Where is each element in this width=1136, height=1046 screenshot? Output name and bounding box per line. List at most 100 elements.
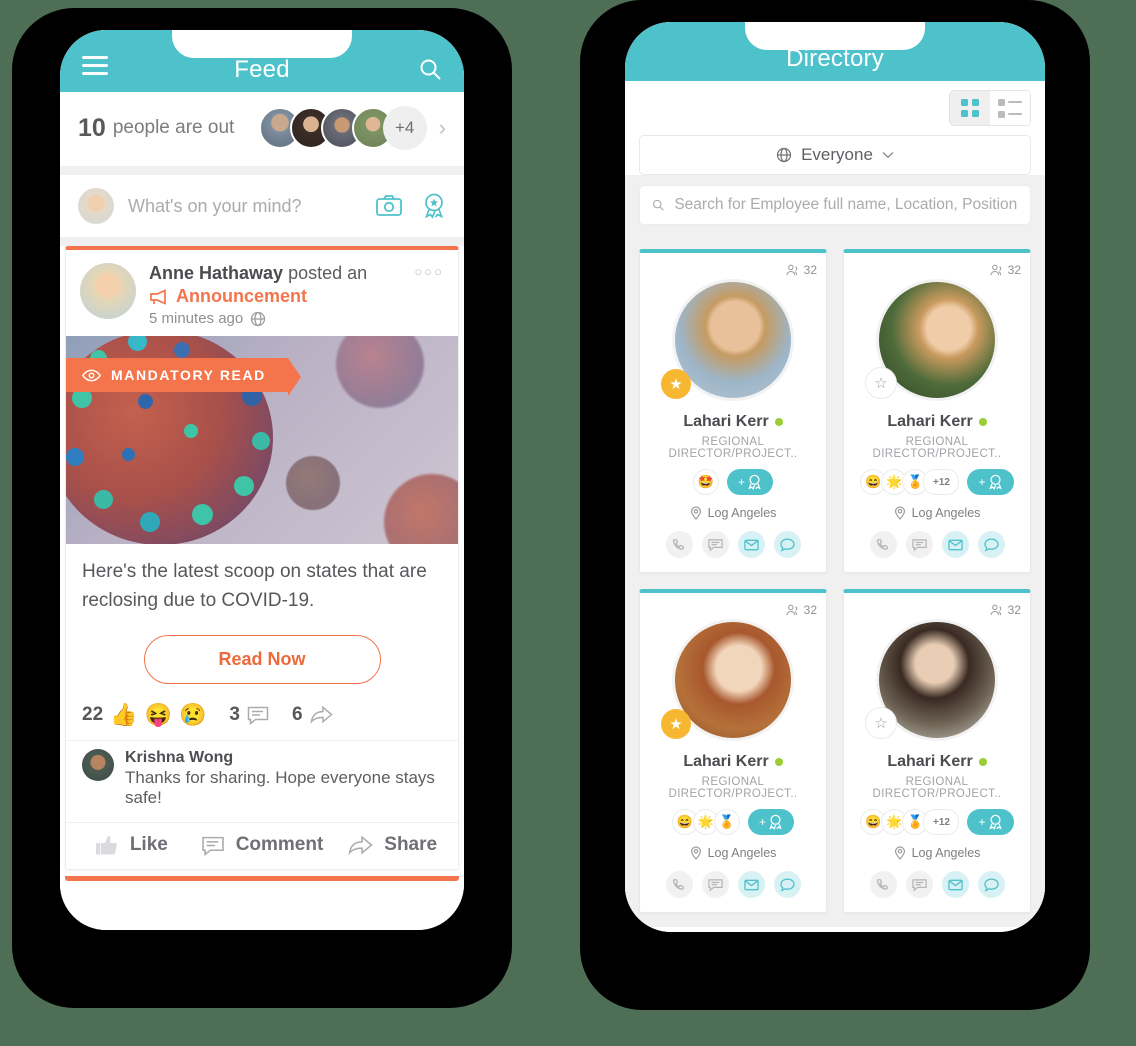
favorite-star-icon[interactable]: ☆ bbox=[865, 707, 897, 739]
globe-icon bbox=[251, 311, 266, 326]
contact-actions bbox=[648, 871, 818, 898]
envelope-icon[interactable] bbox=[941, 871, 969, 898]
chat-bubble-icon[interactable] bbox=[701, 871, 729, 898]
compose-bar[interactable]: What's on your mind? bbox=[60, 175, 464, 237]
post-type-label: Announcement bbox=[176, 286, 308, 306]
comment-icon[interactable] bbox=[247, 705, 269, 725]
audience-filter[interactable]: Everyone bbox=[639, 135, 1031, 175]
add-badge-label: + bbox=[978, 475, 986, 489]
badge-icon[interactable]: 🤩 bbox=[692, 469, 719, 495]
connections-badge: 32 bbox=[786, 263, 817, 277]
badge-overflow-count[interactable]: +12 bbox=[923, 469, 960, 495]
reaction-laugh-icon[interactable]: 😝 bbox=[145, 704, 172, 726]
list-view-icon[interactable] bbox=[990, 91, 1030, 125]
phone-icon[interactable] bbox=[869, 531, 897, 558]
employee-card[interactable]: 32 ☆ Lahari Kerr REGIONAL DIRECTOR/PROJE… bbox=[843, 249, 1031, 573]
message-icon[interactable] bbox=[773, 871, 801, 898]
virus-shape bbox=[336, 336, 424, 408]
share-icon[interactable] bbox=[309, 705, 333, 725]
post-card: Anne Hathaway posted an Announcement 5 m… bbox=[65, 246, 459, 870]
reaction-sad-icon[interactable]: 😢 bbox=[179, 704, 206, 726]
chevron-right-icon[interactable]: › bbox=[439, 115, 446, 141]
location-label: Log Angeles bbox=[707, 506, 777, 520]
employee-card[interactable]: 32 ☆ Lahari Kerr REGIONAL DIRECTOR/PROJE… bbox=[843, 589, 1031, 913]
people-out-banner[interactable]: 10 people are out +4 › bbox=[60, 92, 464, 166]
search-icon[interactable] bbox=[418, 57, 442, 81]
camera-icon[interactable] bbox=[376, 195, 402, 217]
like-button[interactable]: Like bbox=[66, 834, 197, 856]
grid-view-icon[interactable] bbox=[950, 91, 990, 125]
share-button[interactable]: Share bbox=[327, 834, 458, 856]
avatar[interactable] bbox=[82, 749, 114, 781]
add-badge-label: + bbox=[978, 815, 986, 829]
employee-badges: 😄 🌟 🏅 + bbox=[648, 809, 818, 835]
reaction-count[interactable]: 22 bbox=[82, 704, 103, 726]
search-input[interactable]: Search for Employee full name, Location,… bbox=[639, 185, 1031, 225]
post-meta: Anne Hathaway posted an Announcement 5 m… bbox=[149, 263, 367, 327]
connections-badge: 32 bbox=[990, 263, 1021, 277]
comment-button[interactable]: Comment bbox=[197, 834, 328, 856]
virus-shape bbox=[384, 474, 458, 544]
post-image[interactable]: MANDATORY READ bbox=[66, 336, 458, 544]
section-divider bbox=[60, 166, 464, 175]
pin-icon bbox=[894, 506, 905, 520]
reaction-thumbs-up-icon[interactable]: 👍 bbox=[110, 704, 137, 726]
employee-role: REGIONAL DIRECTOR/PROJECT.. bbox=[668, 776, 798, 800]
badge-overflow-count[interactable]: +12 bbox=[923, 809, 960, 835]
add-badge-icon[interactable]: + bbox=[967, 809, 1014, 835]
compose-placeholder[interactable]: What's on your mind? bbox=[128, 196, 302, 217]
like-label: Like bbox=[129, 834, 168, 855]
favorite-star-icon[interactable]: ★ bbox=[661, 709, 691, 739]
award-badge-icon[interactable] bbox=[422, 193, 446, 219]
comment-author[interactable]: Krishna Wong bbox=[125, 749, 442, 767]
megaphone-icon bbox=[150, 288, 166, 305]
post-more-icon[interactable]: ○○○ bbox=[414, 264, 444, 279]
location-label: Log Angeles bbox=[911, 506, 981, 520]
avatar[interactable] bbox=[80, 263, 136, 319]
employee-name[interactable]: Lahari Kerr bbox=[683, 753, 768, 771]
employee-name[interactable]: Lahari Kerr bbox=[887, 753, 972, 771]
envelope-icon[interactable] bbox=[737, 871, 765, 898]
avatar-overflow-count[interactable]: +4 bbox=[382, 106, 427, 150]
chat-bubble-icon[interactable] bbox=[905, 871, 933, 898]
employee-location: Log Angeles bbox=[648, 506, 818, 520]
page-title: Feed bbox=[234, 56, 290, 83]
chat-bubble-icon[interactable] bbox=[701, 531, 729, 558]
contact-actions bbox=[852, 871, 1022, 898]
chat-bubble-icon[interactable] bbox=[905, 531, 933, 558]
add-badge-icon[interactable]: + bbox=[726, 469, 773, 495]
post-author[interactable]: Anne Hathaway bbox=[149, 263, 283, 283]
message-icon[interactable] bbox=[773, 531, 801, 558]
share-count[interactable]: 6 bbox=[292, 704, 303, 726]
page-title: Directory bbox=[786, 45, 884, 72]
add-badge-icon[interactable]: + bbox=[967, 469, 1014, 495]
mandatory-read-label: MANDATORY READ bbox=[111, 367, 266, 383]
directory-card-grid: 32 ★ Lahari Kerr REGIONAL DIRECTOR/PROJE… bbox=[625, 235, 1045, 927]
phone-icon[interactable] bbox=[665, 531, 693, 558]
badge-icon[interactable]: 🏅 bbox=[713, 809, 740, 835]
read-now-button[interactable]: Read Now bbox=[143, 635, 381, 684]
directory-toolbar bbox=[625, 81, 1045, 133]
comment-count[interactable]: 3 bbox=[229, 704, 240, 726]
employee-card[interactable]: 32 ★ Lahari Kerr REGIONAL DIRECTOR/PROJE… bbox=[639, 249, 827, 573]
envelope-icon[interactable] bbox=[941, 531, 969, 558]
envelope-icon[interactable] bbox=[737, 531, 765, 558]
phone-icon[interactable] bbox=[665, 871, 693, 898]
people-icon bbox=[990, 604, 1001, 616]
message-icon[interactable] bbox=[977, 531, 1005, 558]
employee-card[interactable]: 32 ★ Lahari Kerr REGIONAL DIRECTOR/PROJE… bbox=[639, 589, 827, 913]
employee-name[interactable]: Lahari Kerr bbox=[683, 413, 768, 431]
phone-directory-body: Directory Everyone Search for Employee f… bbox=[625, 22, 1045, 932]
globe-icon bbox=[776, 147, 792, 163]
phone-icon[interactable] bbox=[869, 871, 897, 898]
employee-name-row: Lahari Kerr bbox=[852, 413, 1022, 431]
favorite-star-icon[interactable]: ☆ bbox=[865, 367, 897, 399]
favorite-star-icon[interactable]: ★ bbox=[661, 369, 691, 399]
avatar-stack[interactable]: +4 bbox=[258, 106, 427, 150]
employee-name-row: Lahari Kerr bbox=[648, 413, 818, 431]
employee-name[interactable]: Lahari Kerr bbox=[887, 413, 972, 431]
add-badge-icon[interactable]: + bbox=[747, 809, 794, 835]
message-icon[interactable] bbox=[977, 871, 1005, 898]
phone-directory: Directory Everyone Search for Employee f… bbox=[580, 0, 1090, 1010]
add-badge-label: + bbox=[737, 475, 745, 489]
